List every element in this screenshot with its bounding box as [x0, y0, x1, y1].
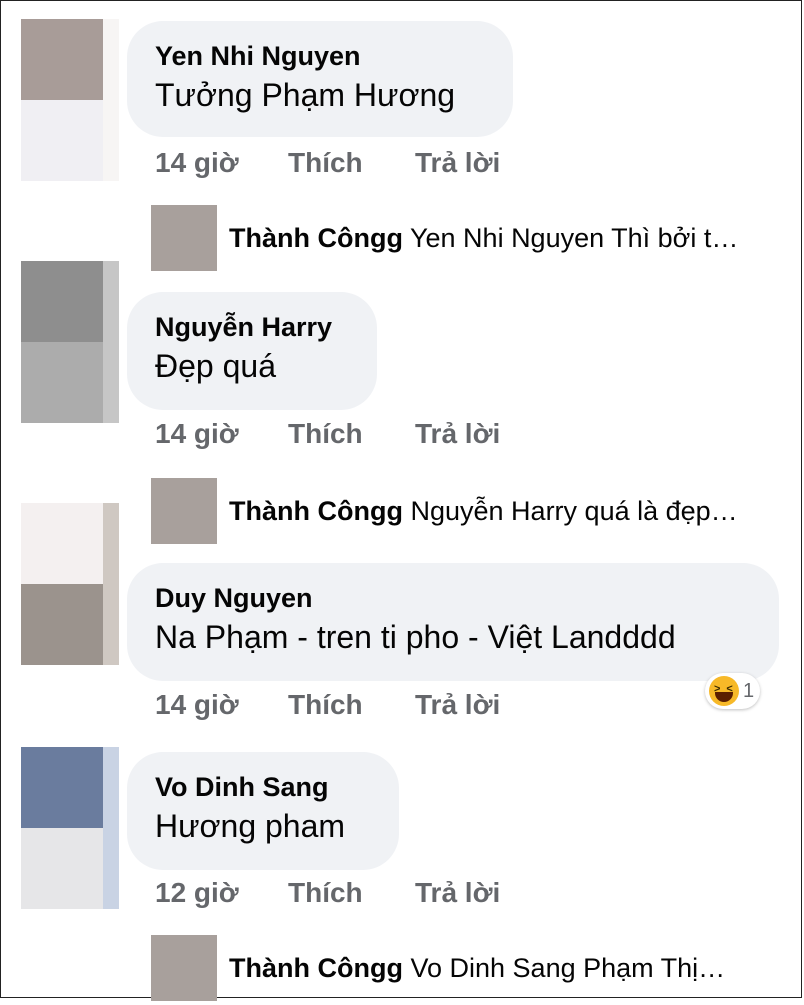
avatar[interactable]: [21, 19, 119, 181]
comment-bubble: Nguyễn Harry Đẹp quá: [127, 292, 377, 410]
reply-button[interactable]: Trả lời: [415, 689, 500, 721]
comment-thread: Yen Nhi Nguyen Tưởng Phạm Hương 14 giờ T…: [0, 0, 802, 1001]
reply-button[interactable]: Trả lời: [415, 147, 500, 179]
haha-emoji-icon: ><: [709, 676, 739, 706]
comment-author[interactable]: Nguyễn Harry: [155, 310, 349, 344]
comment-text: Tưởng Phạm Hương: [155, 77, 456, 113]
comment-timestamp[interactable]: 12 giờ: [155, 877, 239, 909]
avatar[interactable]: [21, 503, 119, 665]
reply-author: Thành Côngg: [229, 223, 403, 253]
reaction-count: 1: [743, 679, 755, 702]
comment-author[interactable]: Vo Dinh Sang: [155, 770, 371, 804]
reply-text: Nguyễn Harry quá là đẹp…: [410, 496, 738, 526]
reply-text: Yen Nhi Nguyen Thì bởi t…: [409, 223, 739, 253]
reply-button[interactable]: Trả lời: [415, 877, 500, 909]
comment-text: Đẹp quá: [155, 348, 276, 384]
reply-avatar: [151, 935, 217, 1001]
reply-author: Thành Côngg: [229, 953, 403, 983]
avatar[interactable]: [21, 261, 119, 423]
reaction-summary[interactable]: >< 1: [705, 673, 761, 709]
reply-avatar: [151, 478, 217, 544]
like-button[interactable]: Thích: [288, 877, 363, 909]
reply-author: Thành Côngg: [229, 496, 403, 526]
reply-avatar: [151, 205, 217, 271]
comment-bubble: Duy Nguyen Na Phạm - tren ti pho - Việt …: [127, 563, 779, 681]
comment-timestamp[interactable]: 14 giờ: [155, 689, 239, 721]
comment-timestamp[interactable]: 14 giờ: [155, 147, 239, 179]
like-button[interactable]: Thích: [288, 147, 363, 179]
comment-author[interactable]: Yen Nhi Nguyen: [155, 39, 485, 73]
comment-author[interactable]: Duy Nguyen: [155, 581, 751, 615]
reply-text: Vo Dinh Sang Phạm Thị…: [410, 953, 726, 983]
comment-bubble: Vo Dinh Sang Hương pham: [127, 752, 399, 870]
like-button[interactable]: Thích: [288, 689, 363, 721]
avatar[interactable]: [21, 747, 119, 909]
comment-timestamp[interactable]: 14 giờ: [155, 418, 239, 450]
comment-bubble: Yen Nhi Nguyen Tưởng Phạm Hương: [127, 21, 513, 137]
comment-text: Hương pham: [155, 808, 346, 844]
like-button[interactable]: Thích: [288, 418, 363, 450]
comment-text: Na Phạm - tren ti pho - Việt Landddd: [155, 619, 676, 655]
reply-button[interactable]: Trả lời: [415, 418, 500, 450]
